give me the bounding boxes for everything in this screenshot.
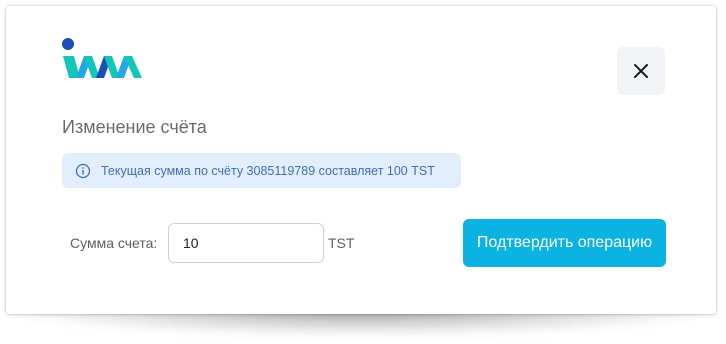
amount-label: Сумма счета: [70, 235, 158, 251]
close-button[interactable] [617, 47, 665, 95]
info-banner: Текущая сумма по счёту 3085119789 состав… [62, 153, 461, 188]
screen: Изменение счёта Текущая сумма по счёту 3… [0, 0, 726, 344]
info-text: Текущая сумма по счёту 3085119789 состав… [101, 163, 435, 178]
modal-title: Изменение счёта [62, 117, 207, 137]
info-circle-icon [75, 163, 91, 179]
currency-label: TST [328, 235, 355, 251]
confirm-operation-button[interactable]: Подтвердить операцию [463, 219, 666, 267]
amount-input[interactable] [168, 223, 324, 263]
logo-icon [62, 36, 146, 84]
close-icon [633, 63, 649, 79]
edit-account-modal: Изменение счёта Текущая сумма по счёту 3… [6, 6, 716, 314]
